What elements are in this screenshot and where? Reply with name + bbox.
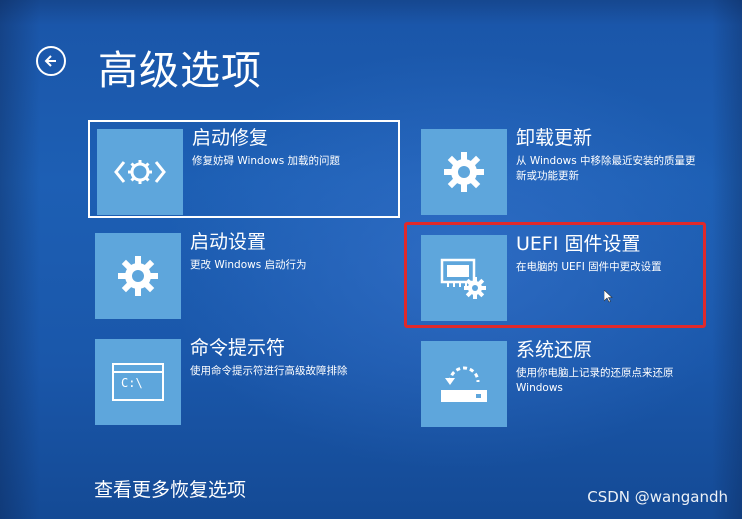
option-description: 从 Windows 中移除最近安装的质量更新或功能更新 [516,155,696,182]
option-description: 更改 Windows 启动行为 [190,259,307,271]
option-startup-settings[interactable]: 启动设置 更改 Windows 启动行为 [88,226,400,324]
back-button[interactable] [36,46,66,76]
command-prompt-icon: C:\ [112,363,164,401]
option-description: 修复妨碍 Windows 加载的问题 [192,155,341,167]
option-title: 启动设置 [190,231,267,253]
firmware-chip-icon [440,258,486,299]
mouse-pointer-icon [604,290,613,303]
system-restore-icon [441,366,487,402]
option-title: 卸载更新 [516,127,593,149]
option-description: 使用你电脑上记录的还原点来还原 Windows [516,367,674,394]
option-title: UEFI 固件设置 [516,233,641,255]
gear-icon [118,256,158,296]
watermark: CSDN @wangandh [587,488,728,506]
back-arrow-icon [44,55,56,67]
option-title: 命令提示符 [190,337,286,359]
option-title: 系统还原 [516,339,593,361]
option-command-prompt[interactable]: C:\ 命令提示符 使用命令提示符进行高级故障排除 [88,332,400,430]
startup-repair-icon [114,160,166,184]
gear-icon [444,152,484,192]
option-tile: C:\ [95,339,181,425]
option-startup-repair[interactable]: 启动修复 修复妨碍 Windows 加载的问题 [88,120,400,218]
option-tile [95,233,181,319]
option-tile [421,341,507,427]
option-uninstall-updates[interactable]: 卸载更新 从 Windows 中移除最近安装的质量更新或功能更新 [414,122,714,220]
option-system-restore[interactable]: 系统还原 使用你电脑上记录的还原点来还原 Windows [414,334,714,432]
option-description: 在电脑的 UEFI 固件中更改设置 [516,261,662,273]
command-prompt-icon-text: C:\ [121,376,143,390]
option-tile [421,235,507,321]
more-recovery-options-link[interactable]: 查看更多恢复选项 [94,475,246,502]
option-uefi-firmware-settings[interactable]: UEFI 固件设置 在电脑的 UEFI 固件中更改设置 [414,228,704,326]
option-description: 使用命令提示符进行高级故障排除 [190,365,348,377]
page-title: 高级选项 [98,48,262,94]
option-title: 启动修复 [192,127,269,149]
option-tile [97,129,183,215]
option-tile [421,129,507,215]
